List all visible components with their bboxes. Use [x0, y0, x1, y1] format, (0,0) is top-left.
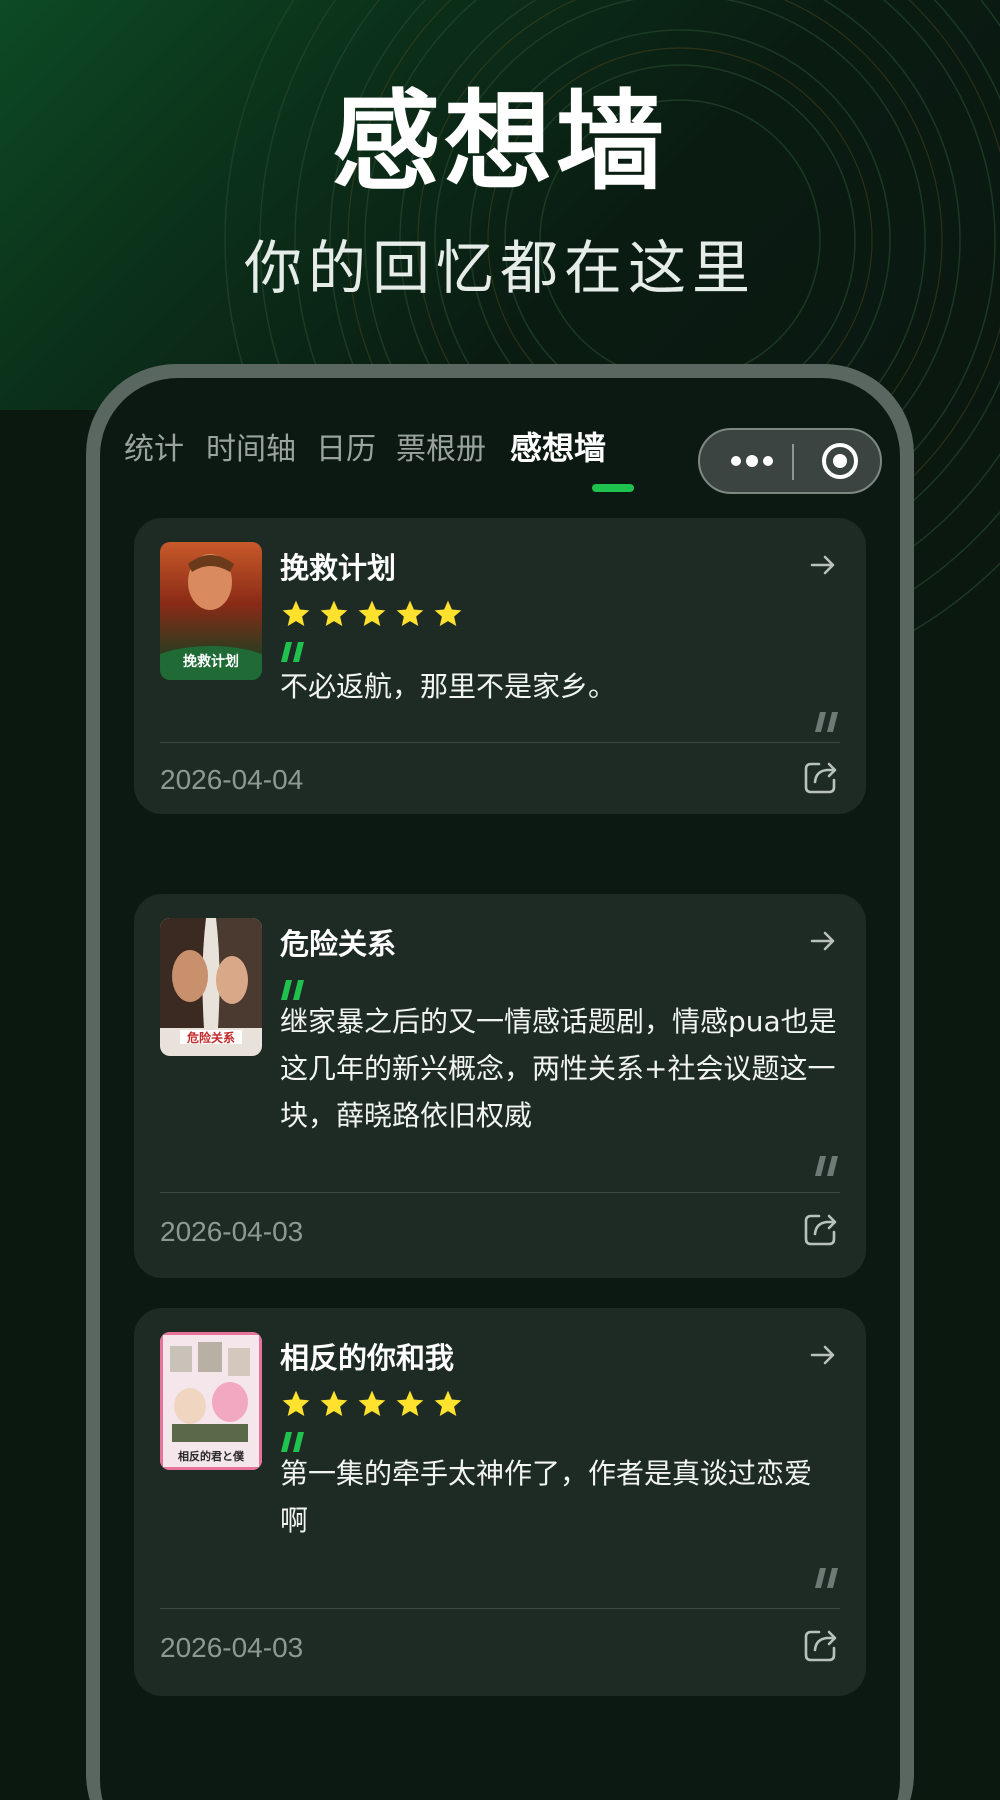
card-divider: [160, 1192, 840, 1193]
star-icon: [396, 1390, 424, 1416]
share-icon[interactable]: [802, 1626, 840, 1664]
star-icon: [358, 1390, 386, 1416]
mini-program-capsule: [698, 428, 882, 494]
star-icon: [396, 600, 424, 626]
arrow-right-icon[interactable]: [806, 548, 840, 582]
arrow-right-icon[interactable]: [806, 1338, 840, 1372]
quote-open-icon: [281, 1432, 304, 1452]
movie-poster-image: 挽救计划: [160, 542, 262, 680]
quote-open-icon: [281, 980, 304, 1000]
tab-stats[interactable]: 统计: [124, 430, 184, 470]
tab-bar: 统计 时间轴 日历 票根册 感想墙: [100, 378, 900, 498]
movie-poster-image: 相反的君と僕: [160, 1332, 262, 1470]
target-circle-icon: [822, 443, 858, 479]
card-date: 2026-04-03: [160, 1632, 304, 1663]
phone-screen: 统计 时间轴 日历 票根册 感想墙 挽救计划 挽救计划 不必返航，那里不是家乡。…: [100, 378, 900, 1800]
card-thought-text: 不必返航，那里不是家乡。: [280, 670, 617, 703]
star-rating: [280, 598, 470, 634]
close-mini-program-button[interactable]: [808, 430, 872, 492]
star-icon: [320, 1390, 348, 1416]
hero-title: 感想墙: [331, 80, 668, 205]
quote-open-icon: [281, 642, 304, 662]
star-icon: [358, 600, 386, 626]
thought-card[interactable]: 危险关系 危险关系 继家暴之后的又一情感话题剧，情感pua也是这几年的新兴概念，…: [134, 894, 866, 1278]
tab-calendar[interactable]: 日历: [316, 430, 376, 470]
star-icon: [320, 600, 348, 626]
card-title: 相反的你和我: [280, 1341, 455, 1375]
movie-poster-image: 危险关系: [160, 918, 262, 1056]
card-thought-text: 第一集的牵手太神作了，作者是真谈过恋爱啊: [280, 1457, 813, 1537]
quote-close-icon: [815, 712, 838, 732]
star-icon: [282, 600, 310, 626]
star-icon: [434, 1390, 462, 1416]
hero-subtitle: 你的回忆都在这里: [243, 234, 756, 302]
star-icon: [282, 1390, 310, 1416]
poster-title-text: 危险关系: [186, 1030, 235, 1045]
thought-card[interactable]: 挽救计划 挽救计划 不必返航，那里不是家乡。 2026-04-04: [134, 518, 866, 814]
card-title: 挽救计划: [280, 551, 397, 585]
card-date: 2026-04-03: [160, 1216, 304, 1247]
capsule-divider: [792, 444, 794, 480]
star-rating: [280, 1388, 470, 1424]
thought-card[interactable]: 相反的君と僕 相反的你和我 第一集的牵手太神作了，作者是真谈过恋爱啊 2026-…: [134, 1308, 866, 1696]
star-icon: [434, 600, 462, 626]
poster-title-text: 挽救计划: [183, 653, 239, 670]
more-dots-icon: [731, 455, 773, 467]
card-thought-text: 继家暴之后的又一情感话题剧，情感pua也是这几年的新兴概念，两性关系+社会议题这…: [280, 1005, 837, 1132]
card-title: 危险关系: [280, 927, 397, 961]
tab-ticket-album[interactable]: 票根册: [396, 430, 486, 470]
poster-title-text: 相反的君と僕: [178, 1449, 245, 1463]
card-divider: [160, 742, 840, 743]
more-button[interactable]: [720, 430, 784, 492]
tab-timeline[interactable]: 时间轴: [206, 430, 296, 470]
app-page: 感想墙 你的回忆都在这里 统计 时间轴 日历 票根册 感想墙 挽救计划 挽救计划…: [0, 0, 1000, 1800]
card-divider: [160, 1608, 840, 1609]
active-tab-indicator: [592, 484, 634, 492]
card-date: 2026-04-04: [160, 764, 304, 795]
quote-close-icon: [815, 1568, 838, 1588]
tab-thoughts-wall[interactable]: 感想墙: [510, 428, 606, 468]
share-icon[interactable]: [802, 1210, 840, 1248]
arrow-right-icon[interactable]: [806, 924, 840, 958]
quote-close-icon: [815, 1156, 838, 1176]
phone-frame: 统计 时间轴 日历 票根册 感想墙 挽救计划 挽救计划 不必返航，那里不是家乡。…: [86, 364, 914, 1800]
share-icon[interactable]: [802, 758, 840, 796]
